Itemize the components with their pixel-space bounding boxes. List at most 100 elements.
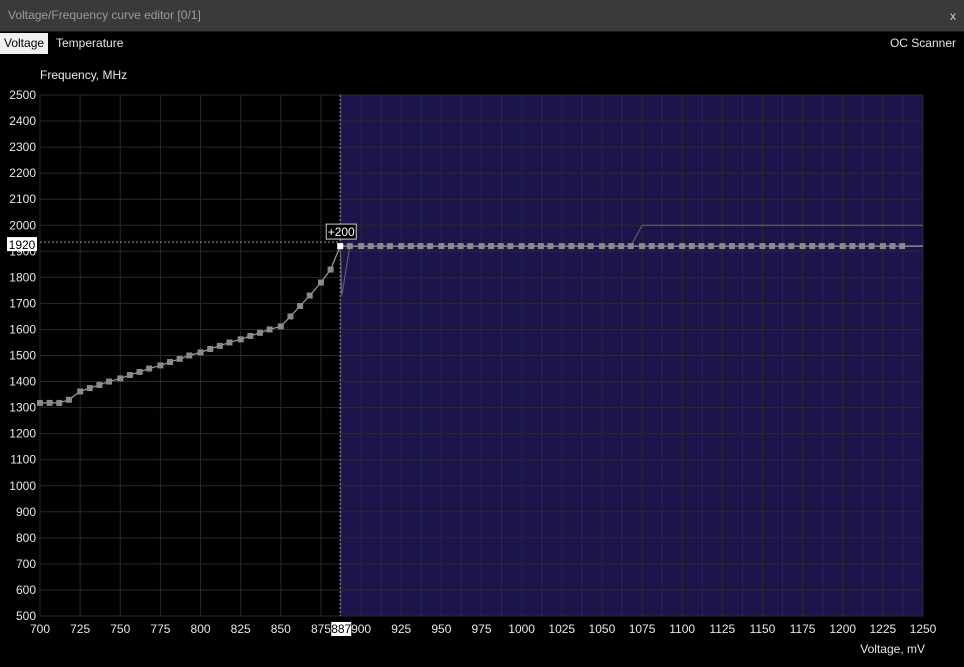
curve-point[interactable]: [386, 243, 393, 250]
curve-point[interactable]: [237, 336, 244, 343]
curve-point[interactable]: [679, 243, 686, 250]
curve-point[interactable]: [598, 243, 605, 250]
curve-point[interactable]: [828, 243, 835, 250]
curve-point[interactable]: [77, 388, 84, 395]
oc-scanner-button[interactable]: OC Scanner: [886, 33, 960, 54]
y-tick-label: 2000: [9, 218, 36, 232]
vf-curve-chart[interactable]: 500 600 700 800 900 1000 1100 1200 1300 1400 1500 1…: [0, 55, 964, 667]
curve-point[interactable]: [788, 243, 795, 250]
curve-point[interactable]: [748, 243, 755, 250]
curve-point[interactable]: [146, 365, 153, 372]
curve-point[interactable]: [157, 362, 164, 369]
curve-point[interactable]: [467, 243, 474, 250]
curve-point[interactable]: [417, 243, 424, 250]
curve-point[interactable]: [297, 303, 304, 310]
curve-point[interactable]: [899, 243, 906, 250]
curve-point[interactable]: [518, 243, 525, 250]
curve-point[interactable]: [868, 243, 875, 250]
x-tick-label: 1200: [829, 622, 856, 636]
curve-point[interactable]: [858, 243, 865, 250]
curve-point[interactable]: [879, 243, 886, 250]
curve-point[interactable]: [889, 243, 896, 250]
curve-point[interactable]: [618, 243, 625, 250]
curve-point[interactable]: [56, 399, 63, 406]
curve-point[interactable]: [327, 266, 334, 273]
curve-point[interactable]: [207, 345, 214, 352]
curve-point[interactable]: [759, 243, 766, 250]
curve-point[interactable]: [427, 243, 434, 250]
curve-point[interactable]: [658, 243, 665, 250]
curve-point[interactable]: [849, 243, 856, 250]
close-button[interactable]: x: [950, 9, 956, 23]
curve-point[interactable]: [568, 243, 575, 250]
tab-voltage[interactable]: Voltage: [0, 33, 49, 54]
curve-point[interactable]: [708, 243, 715, 250]
curve-point[interactable]: [457, 243, 464, 250]
curve-point[interactable]: [96, 381, 103, 388]
curve-point[interactable]: [37, 399, 43, 406]
curve-point[interactable]: [608, 243, 615, 250]
curve-point[interactable]: [126, 372, 133, 379]
curve-point[interactable]: [377, 243, 384, 250]
curve-point[interactable]: [186, 352, 193, 359]
curve-point[interactable]: [688, 243, 695, 250]
curve-point[interactable]: [809, 243, 816, 250]
curve-point[interactable]: [117, 375, 124, 382]
curve-point[interactable]: [507, 243, 514, 250]
curve-point[interactable]: [398, 243, 405, 250]
curve-point[interactable]: [346, 243, 353, 250]
curve-point[interactable]: [738, 243, 745, 250]
curve-point[interactable]: [769, 243, 776, 250]
curve-point[interactable]: [818, 243, 825, 250]
curve-point[interactable]: [578, 243, 585, 250]
curve-point[interactable]: [197, 349, 204, 356]
y-tick-label: 1000: [9, 479, 36, 493]
curve-point[interactable]: [719, 243, 726, 250]
curve-point[interactable]: [407, 243, 414, 250]
curve-point[interactable]: [648, 243, 655, 250]
curve-point[interactable]: [799, 243, 806, 250]
curve-point[interactable]: [277, 323, 284, 330]
curve-point[interactable]: [46, 399, 53, 406]
curve-point[interactable]: [839, 243, 846, 250]
curve-point[interactable]: [106, 378, 113, 385]
tab-bar: Voltage Temperature OC Scanner: [0, 32, 964, 55]
curve-point[interactable]: [287, 313, 294, 320]
tab-temperature[interactable]: Temperature: [52, 33, 127, 54]
curve-point[interactable]: [488, 243, 495, 250]
curve-point[interactable]: [639, 243, 646, 250]
curve-point[interactable]: [216, 342, 223, 349]
x-tick-label: 875: [311, 622, 331, 636]
curve-point[interactable]: [667, 243, 674, 250]
curve-point[interactable]: [547, 243, 554, 250]
y-tick-label: 500: [16, 609, 36, 623]
curve-point[interactable]: [497, 243, 504, 250]
x-tick-label: 950: [431, 622, 451, 636]
curve-point[interactable]: [176, 355, 183, 362]
curve-point[interactable]: [478, 243, 485, 250]
curve-point[interactable]: [65, 396, 72, 403]
selected-curve-point[interactable]: [337, 243, 344, 250]
curve-point[interactable]: [528, 243, 535, 250]
curve-point[interactable]: [587, 243, 594, 250]
curve-point[interactable]: [247, 332, 254, 339]
curve-point[interactable]: [558, 243, 565, 250]
curve-point[interactable]: [728, 243, 735, 250]
curve-point[interactable]: [136, 368, 143, 375]
curve-point[interactable]: [317, 279, 324, 286]
curve-point[interactable]: [438, 243, 445, 250]
curve-point[interactable]: [778, 243, 785, 250]
curve-point[interactable]: [306, 292, 313, 299]
curve-point[interactable]: [447, 243, 454, 250]
x-tick-label: 1175: [790, 622, 816, 636]
curve-point[interactable]: [256, 329, 263, 336]
curve-point[interactable]: [367, 243, 374, 250]
curve-point[interactable]: [537, 243, 544, 250]
curve-point[interactable]: [698, 243, 705, 250]
curve-point[interactable]: [226, 339, 233, 346]
curve-point[interactable]: [358, 243, 365, 250]
curve-point[interactable]: [167, 359, 174, 366]
curve-point[interactable]: [627, 243, 634, 250]
curve-point[interactable]: [266, 326, 273, 333]
curve-point[interactable]: [86, 385, 93, 392]
